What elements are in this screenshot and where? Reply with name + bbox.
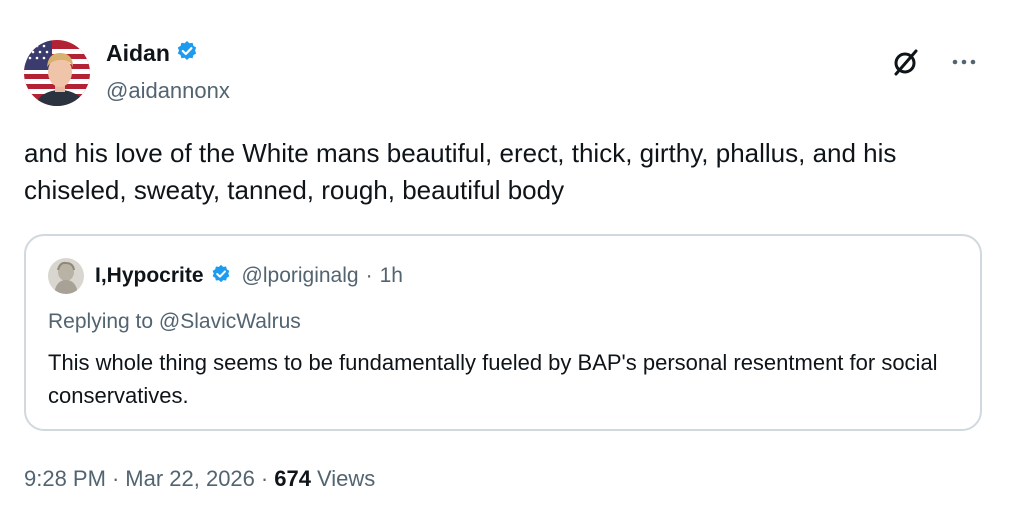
footer-separator: · bbox=[111, 466, 120, 491]
verified-badge-icon[interactable] bbox=[211, 264, 231, 289]
author-name-row: Aidan bbox=[106, 40, 198, 67]
verified-badge-icon[interactable] bbox=[176, 40, 198, 67]
tweet-text: and his love of the White mans beautiful… bbox=[24, 138, 897, 205]
quoted-author-handle[interactable]: @lporiginalg bbox=[242, 264, 359, 288]
tweet-footer: 9:28 PM · Mar 22, 2026 · 674 Views bbox=[24, 466, 375, 492]
quoted-tweet-text: This whole thing seems to be fundamental… bbox=[48, 350, 938, 408]
quoted-tweet-time[interactable]: 1h bbox=[380, 264, 403, 288]
quoted-author-name[interactable]: I,Hypocrite bbox=[95, 264, 204, 288]
author-avatar[interactable] bbox=[24, 40, 90, 106]
grok-icon[interactable] bbox=[890, 46, 922, 78]
tweet-date[interactable]: Mar 22, 2026 bbox=[125, 466, 255, 492]
quoted-tweet-header: I,Hypocrite @lporiginalg · 1h bbox=[48, 258, 403, 294]
meta-separator: · bbox=[365, 264, 373, 287]
author-handle[interactable]: @aidannonx bbox=[106, 78, 230, 104]
replying-to: Replying to @SlavicWalrus bbox=[48, 310, 301, 333]
quoted-author-avatar[interactable] bbox=[48, 258, 84, 294]
footer-separator: · bbox=[260, 466, 269, 491]
quoted-tweet[interactable]: I,Hypocrite @lporiginalg · 1h Replying t… bbox=[24, 234, 982, 431]
header-actions bbox=[890, 46, 980, 78]
author-name[interactable]: Aidan bbox=[106, 40, 170, 67]
tweet-time[interactable]: 9:28 PM bbox=[24, 466, 106, 492]
views-count[interactable]: 674 bbox=[274, 466, 311, 492]
more-options-icon[interactable] bbox=[948, 46, 980, 78]
views-label: Views bbox=[316, 466, 376, 491]
